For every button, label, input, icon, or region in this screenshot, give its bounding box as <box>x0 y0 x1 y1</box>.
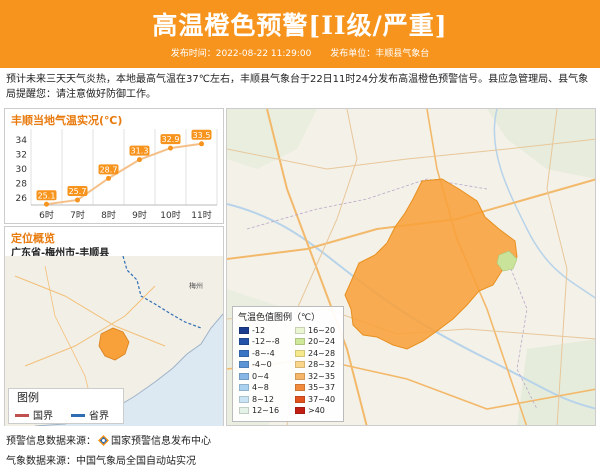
legend-label: -8~-4 <box>252 348 275 358</box>
warning-center-logo-icon <box>98 435 109 446</box>
legend-item: 4~8 <box>239 383 269 393</box>
chart-data-point <box>75 197 80 203</box>
chart-data-label: 28.7 <box>100 165 118 174</box>
warning-header: 高温橙色预警[II级/严重] 发布时间：2022-08-22 11:29:00 … <box>0 0 600 68</box>
legend-item: 8~12 <box>239 394 274 404</box>
legend-label: >40 <box>308 406 325 415</box>
legend-swatch <box>239 395 249 403</box>
header-meta: 发布时间：2022-08-22 11:29:00 发布单位：丰顺县气象台 <box>0 46 600 59</box>
legend-item: 16~20 <box>295 325 335 335</box>
legend-swatch <box>239 372 249 380</box>
chart-data-point <box>106 175 111 181</box>
legend-label: -12 <box>252 325 266 335</box>
weather-source-label: 气象数据来源： <box>6 456 76 467</box>
chart-data-label: 25.1 <box>38 191 56 200</box>
warning-source-value: 国家预警信息发布中心 <box>111 436 211 447</box>
legend-swatch <box>295 349 305 357</box>
national-border-label: 国界 <box>33 411 53 422</box>
warning-source-label: 预警信息数据来源： <box>6 436 96 447</box>
legend-item: 37~40 <box>295 394 335 404</box>
provincial-border-swatch <box>71 414 85 417</box>
legend-label: 20~24 <box>308 337 336 346</box>
legend-swatch <box>239 407 249 414</box>
legend-swatch <box>295 361 305 368</box>
legend-label: -4~0 <box>252 360 272 369</box>
legend-label: 16~20 <box>308 325 336 335</box>
legend-label: 4~8 <box>252 383 269 392</box>
legend-item: 12~16 <box>239 406 279 416</box>
chart-data-point <box>199 141 204 147</box>
chart-data-point <box>137 157 142 163</box>
legend-item: 28~32 <box>295 360 335 370</box>
chart-y-tick-label: 28 <box>16 179 28 189</box>
legend-swatch <box>239 361 249 368</box>
warning-title: 高温橙色预警[II级/严重] <box>152 11 448 40</box>
legend-label: 35~37 <box>308 383 336 392</box>
legend-item: 0~4 <box>239 371 269 381</box>
chart-y-tick-label: 30 <box>16 165 28 175</box>
chart-data-label: 25.7 <box>69 187 87 196</box>
legend-label: 0~4 <box>252 371 269 381</box>
legend-label: 28~32 <box>308 360 336 369</box>
warning-description: 预计未来三天天气炎热，本地最高气温在37℃左右，丰顺县气象台于22日11时24分… <box>6 74 589 100</box>
legend-swatch <box>295 326 305 334</box>
chart-data-label: 31.3 <box>131 147 149 156</box>
temperature-chart: 34 32 30 28 26 6时 7时 8时 9时 10时 11时 25.1 25.7 28.7 31.3… <box>16 129 218 221</box>
border-legend-title: 图例 <box>17 391 39 404</box>
meizhou-label: 梅州 <box>189 281 203 290</box>
legend-item: -4~0 <box>239 360 272 370</box>
publisher: 发布单位：丰顺县气象台 <box>330 49 430 59</box>
legend-swatch <box>239 326 249 334</box>
legend-item: 32~35 <box>295 371 335 381</box>
chart-y-tick-label: 32 <box>16 151 27 161</box>
chart-x-tick-label: 7时 <box>70 209 85 221</box>
legend-item: >40 <box>295 406 325 416</box>
legend-swatch <box>295 384 305 391</box>
chart-data-label: 33.5 <box>193 131 211 140</box>
legend-swatch <box>295 407 305 414</box>
temperature-legend-title: 气温色值图例（℃） <box>238 313 321 323</box>
legend-item: -12~-8 <box>239 337 280 347</box>
weather-source-line: 气象数据来源：中国气象局全国自动站实况 <box>6 452 196 467</box>
chart-y-tick-label: 26 <box>16 194 28 204</box>
provincial-border-label: 省界 <box>89 411 109 422</box>
chart-x-tick-label: 10时 <box>160 209 180 221</box>
legend-swatch <box>239 349 249 357</box>
legend-label: 12~16 <box>252 406 280 415</box>
chart-y-tick-label: 34 <box>16 136 28 146</box>
legend-item: 20~24 <box>295 337 335 347</box>
publish-time: 发布时间：2022-08-22 11:29:00 <box>170 49 312 59</box>
temperature-chart-panel: 丰顺当地气温实况(℃) 34 32 30 28 26 6时 7时 8时 9时 10时 11时 25.1… <box>4 108 224 224</box>
border-legend: 图例 国界 省界 <box>8 388 124 424</box>
legend-item: -12 <box>239 325 265 335</box>
temperature-color-legend: 气温色值图例（℃） -12 -12~-8 -8~-4 -4~0 0~4 4~8 8~12 12… <box>232 306 344 422</box>
chart-x-tick-label: 11时 <box>191 209 211 221</box>
warning-source-line: 预警信息数据来源： 国家预警信息发布中心 <box>6 432 211 447</box>
chart-x-tick-label: 9时 <box>132 209 147 221</box>
legend-label: -12~-8 <box>252 337 280 346</box>
legend-swatch <box>295 372 305 380</box>
legend-item: -8~-4 <box>239 348 275 358</box>
legend-swatch <box>239 338 249 345</box>
legend-swatch <box>295 395 305 403</box>
weather-source-value: 中国气象局全国自动站实况 <box>76 456 196 467</box>
legend-swatch <box>295 338 305 345</box>
chart-data-label: 32.9 <box>162 135 180 144</box>
legend-label: 37~40 <box>308 394 336 404</box>
chart-data-point <box>44 201 49 207</box>
national-border-swatch <box>15 414 29 417</box>
legend-label: 24~28 <box>308 348 336 358</box>
chart-data-point <box>168 145 173 151</box>
chart-x-tick-label: 8时 <box>101 209 116 221</box>
legend-swatch <box>239 384 249 391</box>
legend-label: 8~12 <box>252 394 274 404</box>
chart-x-tick-label: 6时 <box>39 209 54 221</box>
legend-label: 32~35 <box>308 371 336 381</box>
legend-item: 24~28 <box>295 348 335 358</box>
legend-item: 35~37 <box>295 383 335 393</box>
